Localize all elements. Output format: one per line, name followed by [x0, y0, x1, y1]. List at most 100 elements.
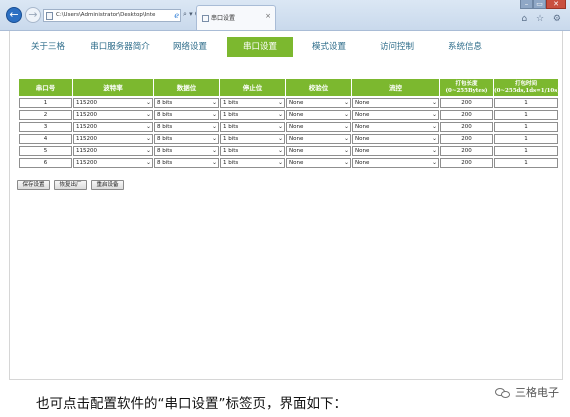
chevron-down-icon[interactable]: ⌄ [432, 135, 437, 143]
chevron-down-icon[interactable]: ⌄ [344, 111, 349, 119]
flow-control-select[interactable]: None ⌄ [352, 157, 439, 168]
parity-select[interactable]: None ⌄ [286, 97, 351, 108]
chevron-down-icon[interactable]: ⌄ [212, 147, 217, 155]
pack-length-field[interactable]: 200 [440, 145, 493, 156]
chevron-down-icon[interactable]: ⌄ [344, 123, 349, 131]
chevron-down-icon[interactable]: ⌄ [212, 111, 217, 119]
stop-bits-select[interactable]: 1 bits ⌄ [220, 133, 285, 144]
nav-item-network[interactable]: 网络设置 [157, 37, 223, 57]
parity-select[interactable]: None ⌄ [286, 157, 351, 168]
chevron-down-icon[interactable]: ⌄ [344, 135, 349, 143]
pack-length-field[interactable]: 200 [440, 133, 493, 144]
pack-time-field[interactable]: 1 [494, 145, 558, 156]
stop-bits-select[interactable]: 1 bits ⌄ [220, 121, 285, 132]
chevron-down-icon[interactable]: ⌄ [278, 135, 283, 143]
baud-select[interactable]: 115200 ⌄ [73, 97, 153, 108]
flow-control-select[interactable]: None ⌄ [352, 133, 439, 144]
chevron-down-icon[interactable]: ⌄ [146, 135, 151, 143]
address-url[interactable]: C:\Users\Administrator\Desktop\Inte [56, 10, 166, 21]
pack-length-field[interactable]: 200 [440, 157, 493, 168]
chevron-down-icon[interactable]: ⌄ [432, 159, 437, 167]
chevron-down-icon[interactable]: ⌄ [278, 147, 283, 155]
chevron-down-icon[interactable]: ⌄ [278, 111, 283, 119]
flow-control-select[interactable]: None ⌄ [352, 145, 439, 156]
chevron-down-icon[interactable]: ⌄ [344, 147, 349, 155]
factory-reset-button[interactable]: 恢复出厂 [54, 180, 87, 190]
pack-time-field[interactable]: 1 [494, 157, 558, 168]
baud-select[interactable]: 115200 ⌄ [73, 145, 153, 156]
pack-length-field[interactable]: 200 [440, 121, 493, 132]
minimize-icon[interactable]: – [520, 0, 533, 9]
chevron-down-icon[interactable]: ⌄ [344, 159, 349, 167]
chevron-down-icon[interactable]: ⌄ [146, 123, 151, 131]
pack-time-field[interactable]: 1 [494, 121, 558, 132]
port-field[interactable]: 1 [19, 97, 72, 108]
data-bits-select[interactable]: 8 bits ⌄ [154, 145, 219, 156]
chevron-down-icon[interactable]: ⌄ [432, 111, 437, 119]
baud-select[interactable]: 115200 ⌄ [73, 157, 153, 168]
chevron-down-icon[interactable]: ⌄ [344, 99, 349, 107]
chevron-down-icon[interactable]: ⌄ [212, 99, 217, 107]
nav-item-mode[interactable]: 模式设置 [295, 37, 363, 57]
chevron-down-icon[interactable]: ⌄ [278, 123, 283, 131]
pack-time-field[interactable]: 1 [494, 109, 558, 120]
nav-item-sysinfo[interactable]: 系统信息 [431, 37, 499, 57]
nav-item-about[interactable]: 关于三格 [13, 37, 83, 57]
chevron-down-icon[interactable]: ⌄ [278, 99, 283, 107]
stop-bits-select[interactable]: 1 bits ⌄ [220, 109, 285, 120]
parity-select[interactable]: None ⌄ [286, 121, 351, 132]
home-favorites-settings-icons[interactable]: ⌂ ☆ ⚙ [521, 14, 564, 24]
maximize-icon[interactable]: ▭ [533, 0, 546, 9]
port-field[interactable]: 3 [19, 121, 72, 132]
baud-select[interactable]: 115200 ⌄ [73, 133, 153, 144]
window-close-icon[interactable]: ✕ [546, 0, 566, 9]
port-field[interactable]: 4 [19, 133, 72, 144]
port-field[interactable]: 2 [19, 109, 72, 120]
tab-close-icon[interactable]: × [265, 12, 271, 20]
data-bits-select[interactable]: 8 bits ⌄ [154, 133, 219, 144]
pack-length-field[interactable]: 200 [440, 109, 493, 120]
nav-item-serial[interactable]: 串口设置 [227, 37, 293, 57]
pack-time-field[interactable]: 1 [494, 97, 558, 108]
chevron-down-icon[interactable]: ⌄ [212, 123, 217, 131]
address-bar[interactable]: C:\Users\Administrator\Desktop\Inte ℯ [43, 9, 181, 22]
chevron-down-icon[interactable]: ⌄ [212, 135, 217, 143]
pack-length-field[interactable]: 200 [440, 97, 493, 108]
parity-select[interactable]: None ⌄ [286, 145, 351, 156]
baud-select[interactable]: 115200 ⌄ [73, 121, 153, 132]
back-arrow-icon[interactable]: ← [6, 7, 22, 23]
stop-bits-select[interactable]: 1 bits ⌄ [220, 97, 285, 108]
baud-select[interactable]: 115200 ⌄ [73, 109, 153, 120]
table-cell: 115200 ⌄ [73, 157, 153, 168]
data-bits-select[interactable]: 8 bits ⌄ [154, 109, 219, 120]
flow-control-select[interactable]: None ⌄ [352, 97, 439, 108]
data-bits-select[interactable]: 8 bits ⌄ [154, 157, 219, 168]
data-bits-select[interactable]: 8 bits ⌄ [154, 97, 219, 108]
data-bits-select[interactable]: 8 bits ⌄ [154, 121, 219, 132]
parity-select[interactable]: None ⌄ [286, 133, 351, 144]
parity-select[interactable]: None ⌄ [286, 109, 351, 120]
stop-bits-select[interactable]: 1 bits ⌄ [220, 145, 285, 156]
save-settings-button[interactable]: 保存设置 [17, 180, 50, 190]
table-cell: None ⌄ [352, 145, 439, 156]
flow-control-select[interactable]: None ⌄ [352, 121, 439, 132]
chevron-down-icon[interactable]: ⌄ [146, 99, 151, 107]
reboot-button[interactable]: 重启设备 [91, 180, 124, 190]
chevron-down-icon[interactable]: ⌄ [432, 147, 437, 155]
flow-control-select[interactable]: None ⌄ [352, 109, 439, 120]
chevron-down-icon[interactable]: ⌄ [278, 159, 283, 167]
chevron-down-icon[interactable]: ⌄ [432, 99, 437, 107]
nav-item-access[interactable]: 访问控制 [363, 37, 431, 57]
stop-bits-select[interactable]: 1 bits ⌄ [220, 157, 285, 168]
browser-tab[interactable]: 串口设置 × [196, 5, 276, 30]
chevron-down-icon[interactable]: ⌄ [212, 159, 217, 167]
port-field[interactable]: 5 [19, 145, 72, 156]
port-field[interactable]: 6 [19, 157, 72, 168]
forward-arrow-icon[interactable]: → [25, 7, 41, 23]
chevron-down-icon[interactable]: ⌄ [146, 147, 151, 155]
pack-time-field[interactable]: 1 [494, 133, 558, 144]
chevron-down-icon[interactable]: ⌄ [146, 111, 151, 119]
chevron-down-icon[interactable]: ⌄ [432, 123, 437, 131]
nav-item-intro[interactable]: 串口服务器简介 [83, 37, 157, 57]
chevron-down-icon[interactable]: ⌄ [146, 159, 151, 167]
